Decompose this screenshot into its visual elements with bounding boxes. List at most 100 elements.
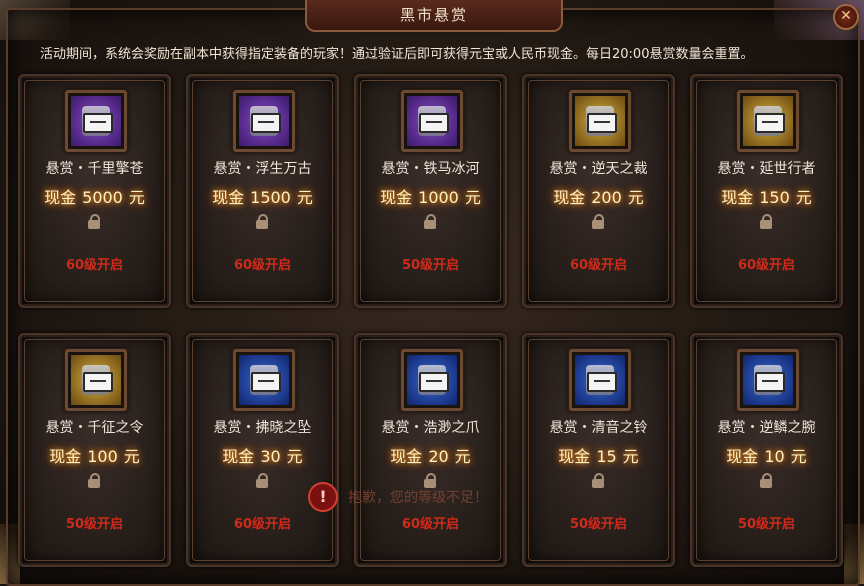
reward-suffix: 元 (622, 447, 639, 466)
reward-suffix: 元 (296, 188, 313, 207)
image-placeholder-icon (83, 113, 113, 133)
lock-icon (591, 214, 605, 229)
lock-icon (759, 473, 773, 488)
unlock-level: 60级开启 (569, 258, 628, 273)
cash-reward: 现金 1500 元 (188, 184, 337, 208)
reward-suffix: 元 (790, 447, 807, 466)
item-slot[interactable] (401, 90, 463, 152)
cash-reward: 现金 15 元 (524, 443, 673, 467)
bounty-name: 悬赏・浮生万古 (213, 161, 312, 177)
lock-icon (87, 214, 101, 229)
item-slot[interactable] (233, 349, 295, 411)
image-placeholder-icon (755, 372, 785, 392)
equipment-icon (71, 96, 121, 146)
reward-suffix: 元 (464, 188, 481, 207)
unlock-level: 60级开启 (233, 258, 292, 273)
reward-prefix: 现金 (212, 188, 245, 207)
reward-amount: 10 (764, 447, 785, 466)
bounty-name: 悬赏・延世行者 (717, 161, 816, 177)
bounty-card[interactable]: 悬赏・延世行者 现金 150 元 60级开启 (690, 74, 843, 308)
equipment-icon (407, 355, 457, 405)
item-slot[interactable] (65, 90, 127, 152)
bounty-card[interactable]: 悬赏・逆鳞之腕现金 10 元 50级开启 (690, 333, 843, 567)
cash-reward: 现金 10 元 (692, 443, 841, 467)
cash-reward: 现金 1000 元 (356, 184, 505, 208)
bounty-name: 悬赏・拂晓之坠 (213, 420, 312, 436)
lock-icon (759, 214, 773, 229)
window-title: 黑市悬赏 (305, 0, 563, 32)
lock-icon (255, 214, 269, 229)
unlock-level: 60级开启 (65, 258, 124, 273)
reward-amount: 1500 (250, 188, 291, 207)
unlock-level: 60级开启 (737, 258, 796, 273)
reward-amount: 200 (591, 188, 622, 207)
reward-amount: 150 (759, 188, 790, 207)
bounty-card[interactable]: 悬赏・浩渺之爪 现金 20 元 60级开启 (354, 333, 507, 567)
item-slot[interactable] (569, 90, 631, 152)
bounty-name: 悬赏・千征之令 (45, 420, 144, 436)
equipment-icon (575, 355, 625, 405)
unlock-level: 50级开启 (569, 517, 628, 532)
equipment-icon (239, 96, 289, 146)
image-placeholder-icon (587, 113, 617, 133)
reward-prefix: 现金 (553, 188, 586, 207)
cash-reward: 现金 5000 元 (20, 184, 169, 208)
reward-amount: 5000 (82, 188, 123, 207)
reward-suffix: 元 (795, 188, 812, 207)
bounty-name: 悬赏・铁马冰河 (381, 161, 480, 177)
reward-suffix: 元 (454, 447, 471, 466)
bounty-card[interactable]: 悬赏・铁马冰河 现金 1000 元 50级开启 (354, 74, 507, 308)
bounty-card[interactable]: 悬赏・清音之铃 现金 15 元 50级开启 (522, 333, 675, 567)
bounty-card[interactable]: 悬赏・浮生万古 现金 1500 元 60级开启 (186, 74, 339, 308)
item-slot[interactable] (737, 349, 799, 411)
reward-amount: 1000 (418, 188, 459, 207)
equipment-icon (407, 96, 457, 146)
item-slot[interactable] (233, 90, 295, 152)
bounty-name: 悬赏・逆鳞之腕 (717, 420, 816, 436)
activity-description: 活动期间，系统会奖励在副本中获得指定装备的玩家！通过验证后即可获得元宝或人民币现… (40, 47, 754, 62)
image-placeholder-icon (419, 113, 449, 133)
cash-reward: 现金 200 元 (524, 184, 673, 208)
image-placeholder-icon (419, 372, 449, 392)
bounty-card[interactable]: 悬赏・千里擎苍 现金 5000 元 60级开启 (18, 74, 171, 308)
unlock-level: 60级开启 (401, 517, 460, 532)
image-placeholder-icon (83, 372, 113, 392)
reward-amount: 15 (596, 447, 617, 466)
lock-icon (591, 473, 605, 488)
warning-icon: ! (308, 482, 338, 512)
bounty-card[interactable]: 悬赏・千征之令 现金 100 元 50级开启 (18, 333, 171, 567)
equipment-icon (239, 355, 289, 405)
reward-prefix: 现金 (726, 447, 759, 466)
item-slot[interactable] (401, 349, 463, 411)
equipment-icon (743, 355, 793, 405)
unlock-level: 50级开启 (401, 258, 460, 273)
item-slot[interactable] (737, 90, 799, 152)
lock-icon (87, 473, 101, 488)
image-placeholder-icon (251, 372, 281, 392)
image-placeholder-icon (251, 113, 281, 133)
reward-amount: 30 (260, 447, 281, 466)
item-slot[interactable] (65, 349, 127, 411)
unlock-level: 50级开启 (65, 517, 124, 532)
reward-suffix: 元 (286, 447, 303, 466)
reward-suffix: 元 (128, 188, 145, 207)
reward-prefix: 现金 (380, 188, 413, 207)
reward-prefix: 现金 (222, 447, 255, 466)
reward-prefix: 现金 (44, 188, 77, 207)
unlock-level: 60级开启 (233, 517, 292, 532)
reward-prefix: 现金 (390, 447, 423, 466)
reward-prefix: 现金 (558, 447, 591, 466)
toast-message: 抱歉，您的等级不足！ (348, 490, 488, 506)
item-slot[interactable] (569, 349, 631, 411)
image-placeholder-icon (587, 372, 617, 392)
bounty-name: 悬赏・逆天之裁 (549, 161, 648, 177)
cash-reward: 现金 20 元 (356, 443, 505, 467)
bounty-card[interactable]: 悬赏・逆天之裁 现金 200 元 60级开启 (522, 74, 675, 308)
image-placeholder-icon (755, 113, 785, 133)
bounty-card[interactable]: 悬赏・拂晓之坠现金 30 元 60级开启 (186, 333, 339, 567)
reward-prefix: 现金 (49, 447, 82, 466)
close-button[interactable]: ✕ (833, 4, 859, 30)
error-toast: ! 抱歉，您的等级不足！ (308, 482, 568, 512)
reward-amount: 20 (428, 447, 449, 466)
unlock-level: 50级开启 (737, 517, 796, 532)
